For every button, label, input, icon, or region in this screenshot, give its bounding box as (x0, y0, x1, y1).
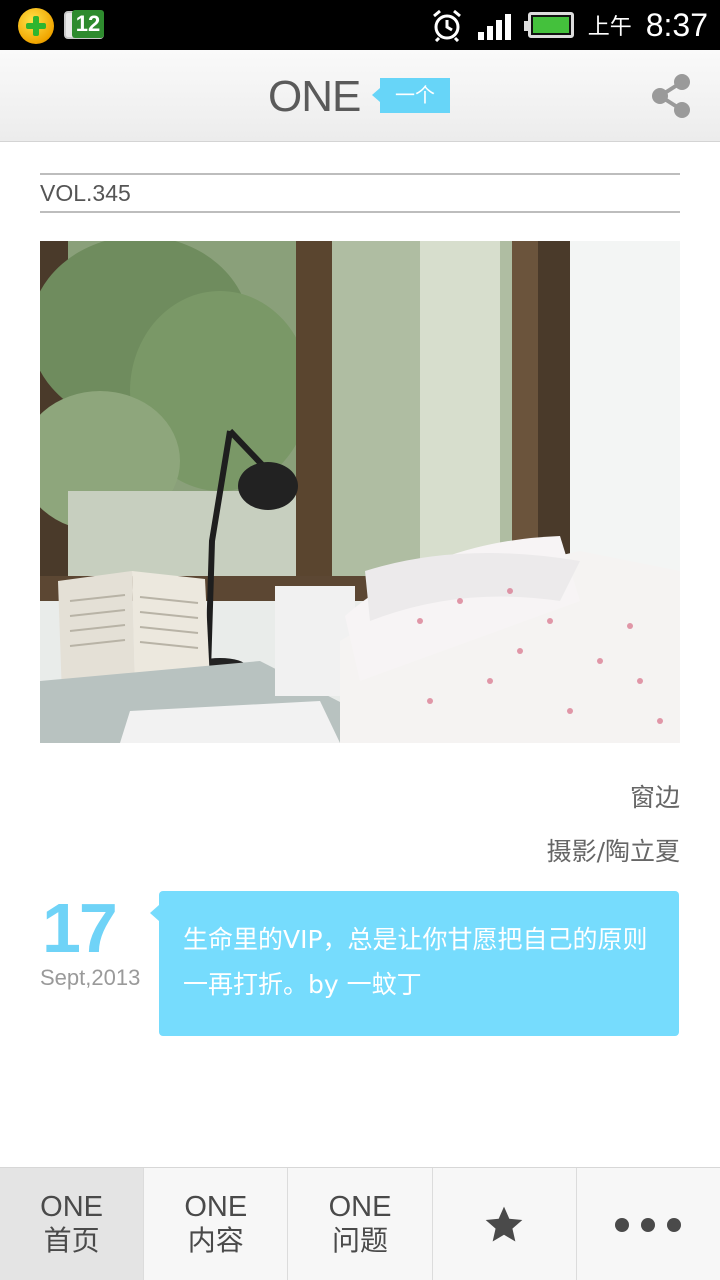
battery-icon (523, 12, 574, 38)
nav-content-label: 内容 (187, 1223, 244, 1257)
nav-home-label: 首页 (43, 1223, 100, 1257)
logo-tag: 一个 (372, 78, 450, 113)
date-day: 17 (42, 889, 118, 967)
alarm-icon (432, 9, 461, 42)
logo-text: ONE (268, 72, 361, 121)
signal-icon (477, 10, 514, 40)
photo-credit: 摄影/陶立夏 (546, 837, 680, 866)
daily-photo[interactable] (40, 241, 680, 743)
nav-home[interactable]: ONE 首页 (0, 1168, 145, 1280)
nav-more[interactable] (577, 1168, 720, 1280)
photo-illustration (40, 241, 680, 743)
calendar-day: 12 (72, 10, 104, 38)
volume-divider-bottom (40, 211, 680, 213)
nav-content-top: ONE (184, 1190, 248, 1223)
daily-quote: 生命里的VIP，总是让你甘愿把自己的原则一再打折。by 一蚊丁 (150, 891, 679, 1036)
more-icon (615, 1217, 682, 1232)
share-icon[interactable] (648, 70, 694, 122)
nav-favorites[interactable] (433, 1168, 577, 1280)
nav-question-top: ONE (328, 1190, 392, 1223)
star-icon (485, 1206, 523, 1241)
nav-content[interactable]: ONE 内容 (144, 1168, 289, 1280)
bottom-nav: ONE 首页 ONE 内容 ONE 问题 (0, 1167, 720, 1280)
volume-label: VOL.345 (40, 180, 131, 206)
date-month-year: Sept,2013 (40, 965, 141, 990)
nav-home-top: ONE (40, 1190, 104, 1223)
status-bar: 12 上午 8:37 (0, 0, 720, 50)
status-time: 8:37 (645, 6, 708, 43)
volume-divider-top (40, 173, 680, 175)
nav-question[interactable]: ONE 问题 (288, 1168, 433, 1280)
photo-title: 窗边 (629, 783, 680, 812)
app-plus-icon (18, 8, 54, 44)
nav-question-label: 问题 (332, 1223, 389, 1257)
app-header: ONE 一个 (0, 50, 720, 142)
status-ampm: 上午 (587, 15, 632, 40)
